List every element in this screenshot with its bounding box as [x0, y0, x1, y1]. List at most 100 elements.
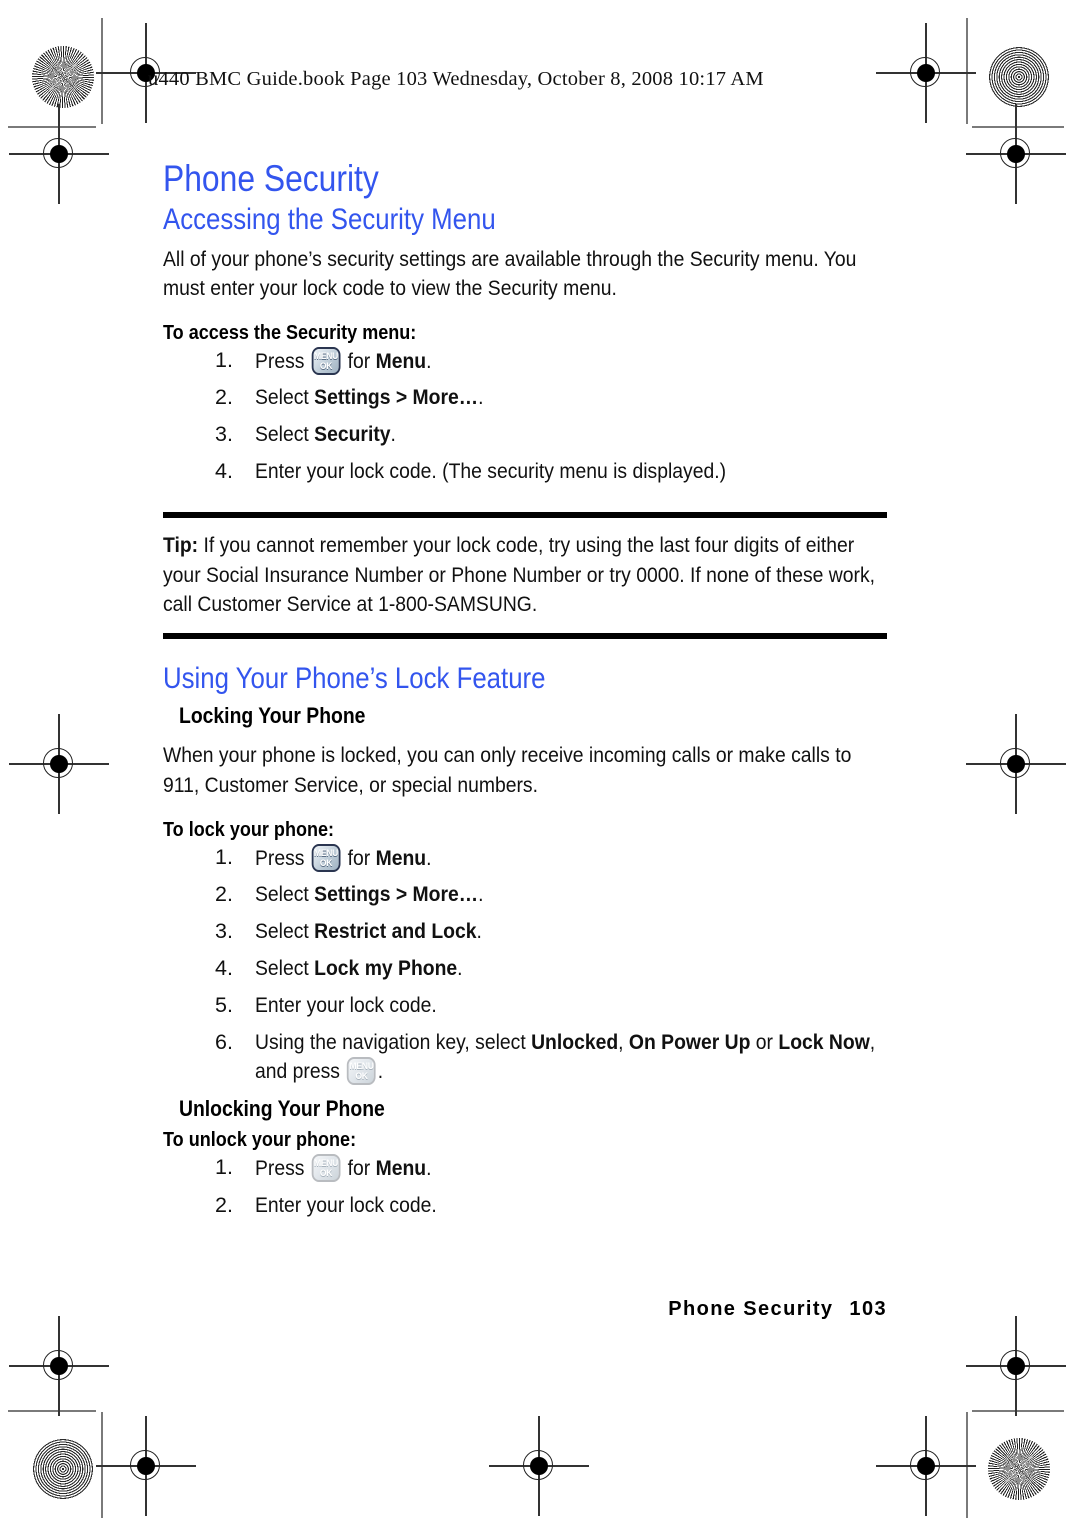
menu-ok-key-icon: MENU OK — [311, 1154, 341, 1183]
list-item: 3. Select Restrict and Lock. — [163, 918, 887, 946]
step-number: 6. — [215, 1030, 233, 1055]
page-title: Phone Security — [163, 158, 379, 199]
key-label-ok: OK — [319, 1168, 333, 1180]
step-tail: . — [426, 845, 432, 870]
step-emphasis: Menu — [375, 1156, 427, 1181]
section-heading-lock-feature: Using Your Phone’s Lock Feature — [163, 661, 546, 695]
step-tail: . — [426, 348, 432, 373]
intro-paragraph: All of your phone’s security settings ar… — [163, 246, 857, 300]
option-unlocked: Unlocked — [531, 1030, 619, 1055]
halftone-starburst-bottom-right — [988, 1438, 1050, 1500]
step-number: 5. — [215, 993, 233, 1018]
steps-access-security-menu: 1. Press MENU OK for Menu. 2. Select Sett… — [163, 346, 887, 487]
steps-lock-phone: 1. Press MENU OK for Menu. 2. Select Sett… — [163, 843, 887, 1087]
menu-ok-key-icon: MENU OK — [347, 1057, 376, 1086]
step-text: Select — [255, 956, 315, 981]
footer-page-number: 103 — [849, 1298, 887, 1320]
procedure-title-lock-phone: To lock your phone: — [163, 817, 335, 841]
halftone-starburst-top-left — [32, 46, 94, 108]
step-number: 4. — [215, 459, 233, 484]
list-item: 5. Enter your lock code. — [163, 992, 887, 1020]
registration-mark-right-middle — [966, 714, 1066, 814]
step-emphasis: Menu — [375, 348, 427, 373]
subheading-locking-your-phone: Locking Your Phone — [179, 703, 366, 729]
step-text: Press — [255, 348, 310, 373]
tip-text: Tip: If you cannot remember your lock co… — [163, 518, 886, 633]
registration-mark-left-middle — [9, 714, 109, 814]
step-emphasis: Security — [314, 422, 391, 447]
step-text: Select — [255, 882, 315, 907]
page-content: Phone Security Accessing the Security Me… — [163, 160, 887, 1229]
menu-ok-key-icon: MENU OK — [311, 843, 341, 872]
list-item: 1. Press MENU OK for Menu. — [163, 346, 887, 376]
option-on-power-up: On Power Up — [628, 1030, 751, 1055]
footer-section-name: Phone Security — [668, 1298, 834, 1320]
step-text: Enter your lock code. (The security menu… — [255, 459, 727, 484]
halftone-rings-bottom-left — [32, 1438, 94, 1500]
registration-mark-left-upper — [9, 104, 109, 204]
step-text: Select — [255, 422, 315, 447]
registration-mark-right-upper — [966, 104, 1066, 204]
list-item: 4. Enter your lock code. (The security m… — [163, 458, 887, 486]
tip-rule-bottom — [163, 632, 887, 639]
procedure-title-access-security-menu: To access the Security menu: — [163, 320, 417, 344]
step-emphasis: Settings > More… — [314, 882, 479, 907]
step-tail: . — [377, 1059, 384, 1084]
step-number: 4. — [215, 956, 233, 981]
page-footer: Phone Security 103 — [163, 1298, 887, 1321]
step-text-cont: for — [342, 348, 376, 373]
subheading-unlocking-your-phone: Unlocking Your Phone — [179, 1096, 385, 1122]
document-page: u440 BMC Guide.book Page 103 Wednesday, … — [0, 0, 1080, 1534]
step-text-cont: for — [342, 845, 376, 870]
step-number: 2. — [215, 385, 233, 410]
option-lock-now: Lock Now — [778, 1030, 870, 1055]
step-text: Select — [255, 385, 315, 410]
step-text: Enter your lock code. — [255, 993, 437, 1018]
step-number: 3. — [215, 422, 233, 447]
step-text: Press — [255, 1156, 310, 1181]
tip-label: Tip: — [163, 533, 199, 558]
list-item: 2. Enter your lock code. — [163, 1192, 887, 1220]
registration-mark-left-lower — [9, 1316, 109, 1416]
step-number: 1. — [215, 844, 233, 869]
steps-unlock-phone: 1. Press MENU OK for Menu. 2. Enter your … — [163, 1154, 887, 1220]
step-emphasis: Settings > More… — [314, 385, 479, 410]
trim-line-right-vertical — [966, 18, 968, 124]
tip-body: If you cannot remember your lock code, t… — [163, 533, 876, 616]
list-item: 2. Select Settings > More…. — [163, 881, 887, 909]
step-number: 2. — [215, 1193, 233, 1218]
step-number: 1. — [215, 347, 233, 372]
menu-ok-key-icon: MENU OK — [311, 346, 341, 375]
step-emphasis: Lock my Phone — [314, 956, 458, 981]
halftone-rings-top-right — [988, 46, 1050, 108]
step-text: Enter your lock code. — [255, 1193, 437, 1218]
list-item: 2. Select Settings > More…. — [163, 384, 887, 412]
step-tail: . — [478, 882, 484, 907]
trim-line-bottom-left-horizontal — [8, 1410, 96, 1412]
step-emphasis: Restrict and Lock — [314, 919, 477, 944]
step-text: Using the navigation key, select — [255, 1030, 532, 1055]
registration-mark-bottom-center — [489, 1416, 589, 1516]
step-text: Select — [255, 919, 315, 944]
step-number: 1. — [215, 1155, 233, 1180]
procedure-title-unlock-phone: To unlock your phone: — [163, 1128, 357, 1152]
step-tail: . — [476, 919, 482, 944]
step-tail: . — [390, 422, 396, 447]
registration-mark-right-lower — [966, 1316, 1066, 1416]
tip-callout: Tip: If you cannot remember your lock co… — [163, 512, 887, 639]
list-item: 3. Select Security. — [163, 421, 887, 449]
registration-mark-bottom-right — [876, 1416, 976, 1516]
key-label-ok: OK — [355, 1071, 368, 1083]
step-text-cont: for — [342, 1156, 376, 1181]
registration-mark-top-right — [876, 23, 976, 123]
list-item: 1. Press MENU OK for Menu. — [163, 1154, 887, 1183]
step-emphasis: Menu — [375, 845, 427, 870]
step-text: Press — [255, 845, 310, 870]
section-heading-accessing-security-menu: Accessing the Security Menu — [163, 203, 496, 236]
key-label-ok: OK — [319, 360, 333, 372]
step-number: 3. — [215, 919, 233, 944]
trim-line-left-vertical — [101, 18, 103, 124]
key-label-ok: OK — [319, 857, 333, 869]
list-item: 4. Select Lock my Phone. — [163, 955, 887, 983]
step-tail: . — [478, 385, 484, 410]
